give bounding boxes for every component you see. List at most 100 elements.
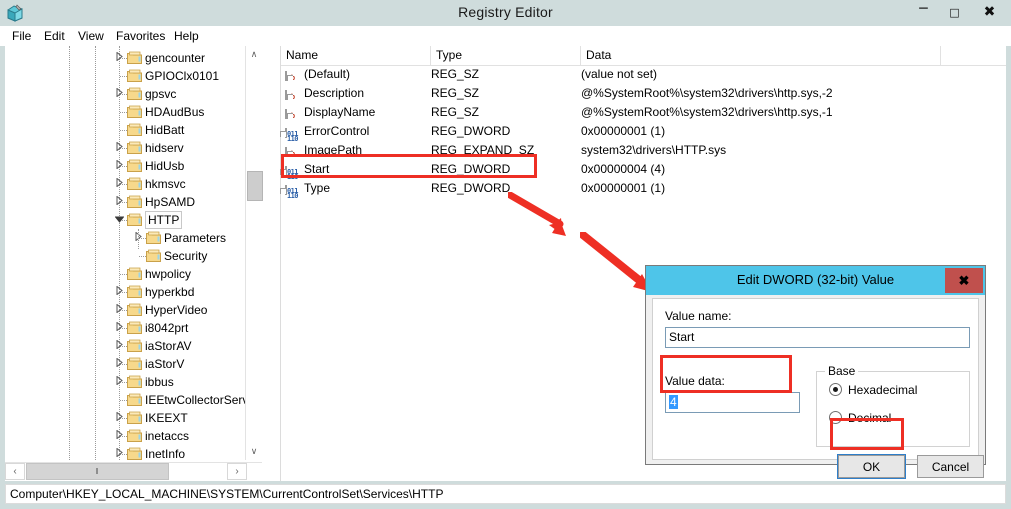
value-name-input[interactable]: Start — [665, 327, 970, 348]
column-header-type[interactable]: Type — [431, 46, 581, 65]
expand-triangle-icon[interactable] — [113, 319, 126, 337]
radio-decimal-icon — [829, 411, 842, 424]
expand-triangle-icon[interactable] — [113, 373, 126, 391]
folder-icon — [127, 303, 142, 316]
tree-item-label: iaStorAV — [145, 339, 192, 353]
value-name-cell: Type — [304, 181, 331, 195]
expand-triangle-icon[interactable] — [113, 49, 126, 67]
registry-editor-window: Registry Editor ─ □ ✖ File Edit View Fav… — [0, 0, 1011, 509]
minimize-button[interactable]: ─ — [908, 0, 939, 24]
expand-triangle-icon[interactable] — [113, 157, 126, 175]
folder-icon — [146, 231, 161, 244]
menu-view[interactable]: View — [72, 29, 110, 44]
menu-edit[interactable]: Edit — [38, 29, 71, 44]
value-row[interactable]: 011110 ErrorControl REG_DWORD 0x00000001 (1… — [280, 122, 1006, 143]
expand-triangle-icon[interactable] — [113, 301, 126, 319]
value-type-cell: REG_DWORD — [431, 181, 511, 195]
value-type-cell: REG_SZ — [431, 105, 480, 119]
expand-triangle-icon[interactable] — [113, 355, 126, 373]
value-row[interactable]: 011110 Start REG_DWORD 0x00000004 (4) — [280, 160, 1006, 181]
tree-scrollbar-thumb[interactable] — [247, 171, 263, 201]
dialog-title-bar: Edit DWORD (32-bit) Value ✖ — [646, 266, 985, 295]
edit-dword-dialog: Edit DWORD (32-bit) Value ✖ Value name: … — [645, 265, 986, 479]
tree-horizontal-scrollbar[interactable]: ‹ ‖ › — [5, 462, 262, 481]
menu-help[interactable]: Help — [168, 29, 205, 44]
minimize-icon: ─ — [919, 1, 928, 17]
folder-icon — [127, 357, 142, 370]
folder-icon — [127, 123, 142, 136]
collapse-triangle-icon[interactable] — [113, 211, 126, 229]
folder-icon — [127, 105, 142, 118]
expand-triangle-icon[interactable] — [113, 85, 126, 103]
value-name-label: Value name: — [665, 309, 732, 323]
expand-triangle-icon[interactable] — [113, 283, 126, 301]
value-data-cell: 0x00000001 (1) — [581, 124, 666, 138]
string-value-icon: ab — [285, 143, 300, 158]
tree-item-label: Parameters — [164, 231, 227, 245]
value-type-cell: REG_SZ — [431, 86, 480, 100]
value-row[interactable]: ab Description REG_SZ @%SystemRoot%\system3… — [281, 84, 1006, 103]
column-header-name[interactable]: Name — [281, 46, 431, 65]
value-row[interactable]: ab ImagePath REG_EXPAND_SZ system32\drivers… — [281, 141, 1006, 160]
expand-triangle-icon[interactable] — [113, 139, 126, 157]
tree-item-label: HpSAMD — [145, 195, 196, 209]
tree-guide-line — [69, 46, 71, 460]
tree-item-label: hwpolicy — [145, 267, 192, 281]
scroll-down-button[interactable]: ∨ — [246, 443, 262, 460]
close-icon: ✖ — [983, 4, 996, 20]
tree-hscrollbar-thumb[interactable]: ‖ — [26, 463, 169, 480]
expand-triangle-icon[interactable] — [113, 427, 126, 445]
radio-hexadecimal-icon — [829, 383, 842, 396]
value-name-cell: (Default) — [304, 67, 351, 81]
tree-item-label: i8042prt — [145, 321, 189, 335]
window-title: Registry Editor — [458, 4, 553, 20]
scroll-right-button[interactable]: › — [227, 463, 247, 480]
close-button[interactable]: ✖ — [974, 0, 1005, 24]
value-data-cell: (value not set) — [581, 67, 658, 81]
registry-tree-pane[interactable]: gencounter GPIOClx0101 gpsvc HDAudBus HidBat… — [5, 46, 281, 481]
value-row[interactable]: ab DisplayName REG_SZ @%SystemRoot%\system3… — [281, 103, 1006, 122]
menu-file[interactable]: File — [6, 29, 37, 44]
expand-triangle-icon[interactable] — [113, 175, 126, 193]
value-type-cell: REG_EXPAND_SZ — [431, 143, 535, 157]
string-value-icon: ab — [285, 105, 300, 120]
cancel-button[interactable]: Cancel — [917, 455, 984, 478]
folder-icon — [146, 249, 161, 262]
tree-item-label: InetInfo — [145, 447, 186, 460]
scroll-left-button[interactable]: ‹ — [5, 463, 25, 480]
expand-triangle-icon[interactable] — [113, 337, 126, 355]
expand-triangle-icon[interactable] — [113, 409, 126, 427]
tree-item-label: gpsvc — [145, 87, 177, 101]
tree-guide-line — [138, 229, 140, 249]
expand-triangle-icon[interactable] — [113, 193, 126, 211]
maximize-button[interactable]: □ — [939, 0, 970, 24]
value-row[interactable]: 011110 Type REG_DWORD 0x00000001 (1) — [280, 179, 1006, 200]
dialog-close-button[interactable]: ✖ — [945, 268, 983, 293]
menu-favorites[interactable]: Favorites — [110, 29, 171, 44]
value-data-cell: @%SystemRoot%\system32\drivers\http.sys,… — [581, 105, 833, 119]
folder-icon — [127, 177, 142, 190]
tree-item-label: HDAudBus — [145, 105, 205, 119]
ok-button[interactable]: OK — [837, 454, 906, 479]
value-row[interactable]: ab (Default) REG_SZ (value not set) — [281, 65, 1006, 84]
value-name-cell: Description — [304, 86, 365, 100]
scroll-up-button[interactable]: ∧ — [246, 46, 262, 63]
value-name-cell: Start — [304, 162, 330, 176]
value-data-input[interactable]: 4 — [665, 392, 800, 413]
expand-triangle-icon[interactable] — [113, 445, 126, 460]
value-data-cell: system32\drivers\HTTP.sys — [581, 143, 727, 157]
status-bar: Computer\HKEY_LOCAL_MACHINE\SYSTEM\Curre… — [5, 484, 1006, 504]
dialog-body: Value name: Start Value data: 4 Base Hex… — [652, 298, 984, 479]
value-data-text: 4 — [669, 395, 678, 409]
title-bar: Registry Editor ─ □ ✖ — [0, 0, 1011, 26]
tree-vertical-scrollbar[interactable]: ∧ ∨ — [245, 46, 263, 460]
column-header-data[interactable]: Data — [581, 46, 941, 65]
tree-item-label: hidserv — [145, 141, 184, 155]
registry-path-text: Computer\HKEY_LOCAL_MACHINE\SYSTEM\Curre… — [10, 487, 444, 501]
tree-scroll-viewport[interactable]: gencounter GPIOClx0101 gpsvc HDAudBus HidBat… — [5, 46, 263, 460]
